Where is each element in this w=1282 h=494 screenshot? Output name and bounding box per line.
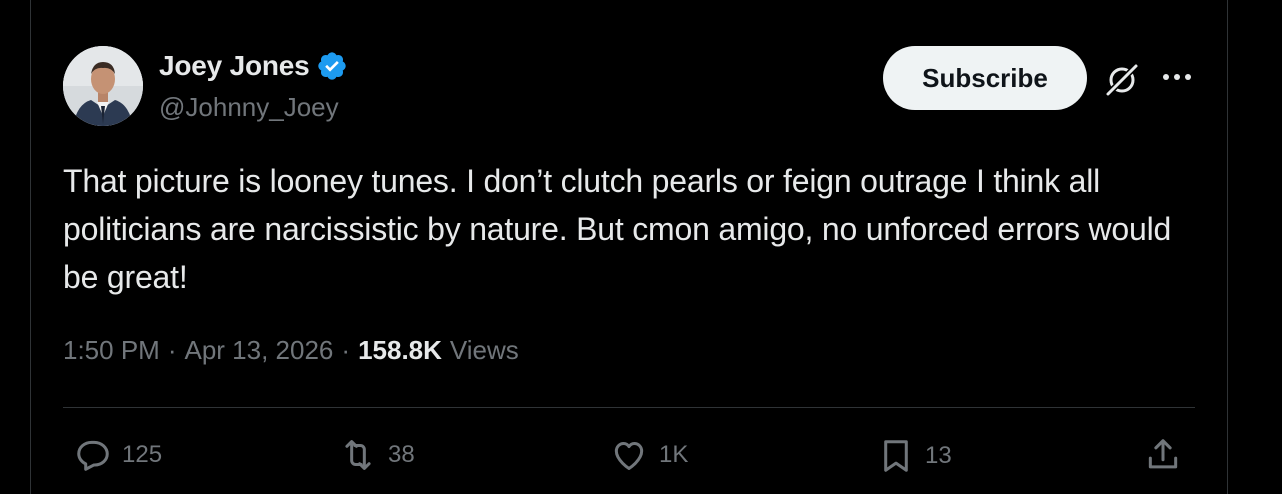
tweet-time[interactable]: 1:50 PM [63,335,160,366]
repost-button[interactable]: 38 [338,436,415,474]
bookmark-button[interactable]: 13 [877,436,952,476]
like-count: 1K [659,441,689,468]
share-icon [1148,439,1178,469]
reply-button[interactable]: 125 [74,436,162,474]
tweet-meta: 1:50 PM · Apr 13, 2026 · 158.8K Views [63,335,519,366]
avatar[interactable] [63,46,143,126]
subscribe-button[interactable]: Subscribe [883,46,1087,110]
reply-count: 125 [122,441,163,468]
divider [63,407,1195,408]
repost-count: 38 [388,441,415,468]
bookmark-count: 13 [925,442,952,469]
meta-separator: · [167,335,177,365]
verified-badge-icon[interactable] [316,50,348,82]
heart-icon [614,441,644,470]
more-icon[interactable] [1160,64,1194,90]
meta-separator: · [341,335,351,365]
views-count: 158.8K [358,335,442,365]
repost-icon [345,440,371,470]
tweet-text: That picture is looney tunes. I don’t cl… [63,163,1172,295]
column-border-right [1227,0,1228,494]
share-button[interactable] [1144,436,1182,474]
bookmark-icon [884,440,908,472]
like-button[interactable]: 1K [609,436,688,474]
avatar-image [63,46,143,126]
tweet-date[interactable]: Apr 13, 2026 [185,335,334,366]
views-label: Views [449,335,519,365]
author-handle[interactable]: @Johnny_Joey [159,92,339,123]
grok-icon[interactable] [1102,60,1142,100]
reply-icon [77,440,109,471]
author-display-name[interactable]: Joey Jones [159,50,310,82]
column-border-left [30,0,31,494]
author-name-row: Joey Jones [159,50,348,82]
